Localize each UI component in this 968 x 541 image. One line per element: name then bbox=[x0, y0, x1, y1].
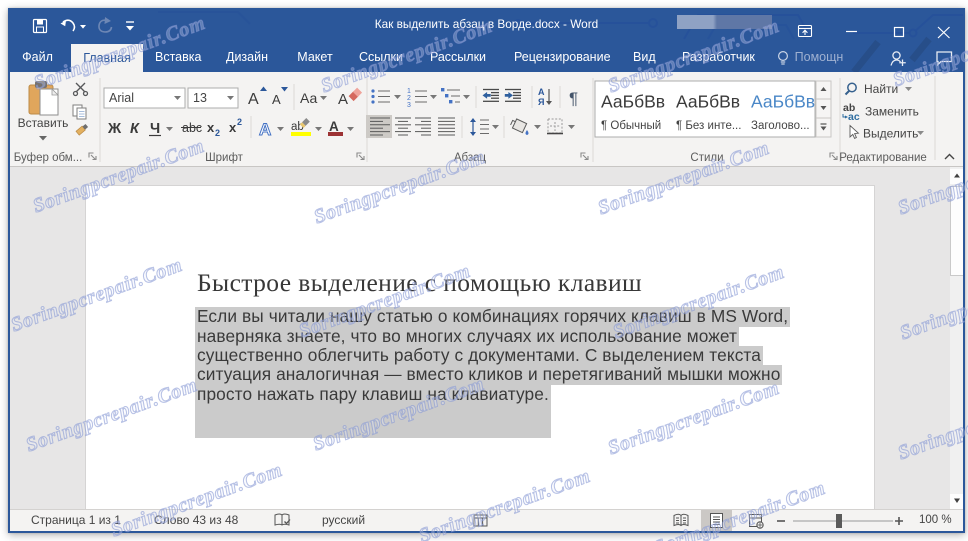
svg-text:2: 2 bbox=[407, 95, 411, 102]
svg-text:АаБбВв: АаБбВв bbox=[676, 92, 740, 112]
svg-text:Заменить: Заменить bbox=[865, 105, 919, 119]
svg-text:А: А bbox=[538, 87, 545, 97]
svg-text:Найти: Найти bbox=[864, 82, 898, 96]
svg-text:Абзац: Абзац bbox=[454, 152, 487, 164]
svg-text:Ч: Ч bbox=[150, 121, 160, 137]
svg-text:1: 1 bbox=[407, 88, 411, 95]
svg-text:Вставить: Вставить bbox=[18, 116, 69, 130]
svg-text:К: К bbox=[130, 121, 140, 137]
svg-text:x: x bbox=[229, 120, 237, 135]
svg-text:А: А bbox=[329, 119, 339, 134]
svg-text:А: А bbox=[248, 91, 259, 108]
svg-text:Стили: Стили bbox=[690, 152, 723, 164]
svg-text:x: x bbox=[207, 120, 215, 135]
svg-text:А: А bbox=[259, 120, 271, 139]
svg-text:3: 3 bbox=[407, 102, 411, 109]
svg-text:2: 2 bbox=[237, 117, 242, 127]
svg-text:Аа: Аа bbox=[300, 90, 317, 106]
svg-text:Буфер обм...: Буфер обм... bbox=[14, 152, 83, 164]
svg-text:АаБбВв: АаБбВв bbox=[601, 92, 665, 112]
svg-text:Я: Я bbox=[538, 97, 544, 107]
svg-text:13: 13 bbox=[193, 91, 207, 105]
svg-text:А: А bbox=[272, 92, 281, 107]
svg-text:Ж: Ж bbox=[107, 121, 122, 137]
svg-text:¶: ¶ bbox=[569, 89, 578, 108]
svg-text:Редактирование: Редактирование bbox=[839, 152, 927, 164]
svg-text:Заголово...: Заголово... bbox=[751, 120, 810, 132]
svg-text:¶ Без инте...: ¶ Без инте... bbox=[676, 120, 741, 132]
svg-text:А: А bbox=[338, 91, 348, 108]
svg-text:2: 2 bbox=[215, 128, 220, 138]
svg-text:Arial: Arial bbox=[109, 91, 134, 105]
svg-text:АаБбВв: АаБбВв bbox=[751, 92, 815, 112]
svg-text:¶ Обычный: ¶ Обычный bbox=[601, 120, 661, 132]
svg-text:Выделить: Выделить bbox=[863, 127, 918, 141]
svg-text:ac: ac bbox=[848, 111, 860, 123]
svg-text:Шрифт: Шрифт bbox=[205, 152, 244, 164]
